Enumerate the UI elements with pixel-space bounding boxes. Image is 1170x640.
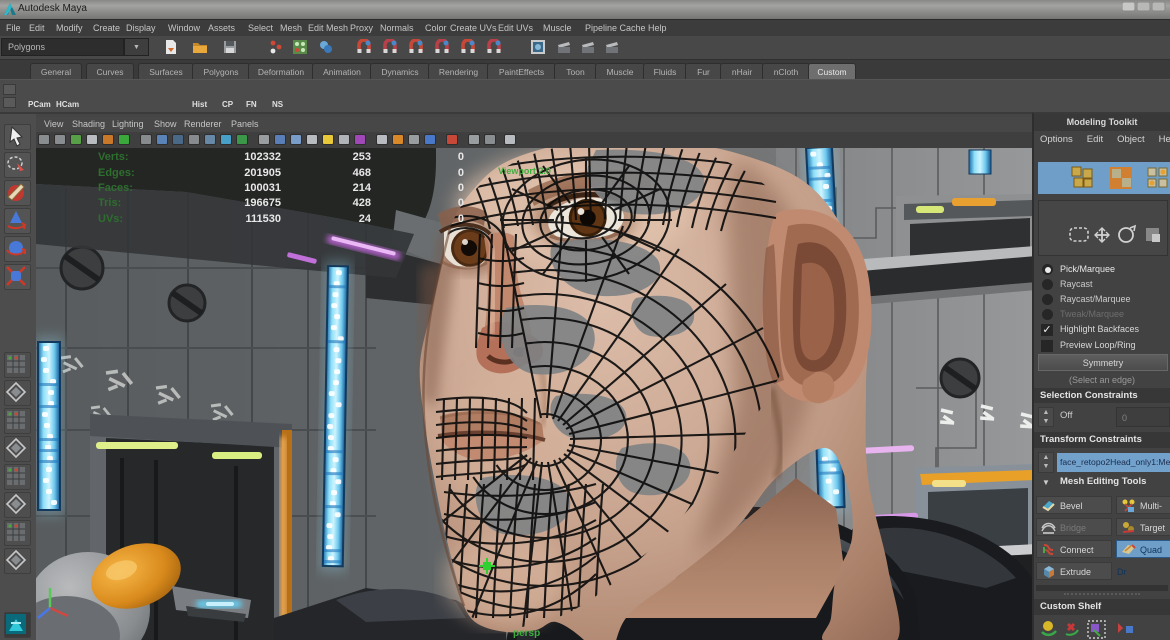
svg-text:201905: 201905 [244, 167, 281, 179]
svg-text:Verts:: Verts: [98, 151, 129, 163]
svg-text:UVs:: UVs: [98, 213, 123, 225]
svg-text:0: 0 [458, 151, 464, 163]
svg-text:0: 0 [458, 182, 464, 194]
svg-text:persp: persp [513, 628, 540, 639]
svg-text:111530: 111530 [246, 213, 282, 225]
svg-text:0: 0 [458, 167, 464, 179]
svg-text:24: 24 [359, 213, 372, 225]
svg-text:253: 253 [353, 151, 371, 163]
svg-text:Edges:: Edges: [98, 167, 135, 179]
svg-text:0: 0 [458, 197, 464, 209]
svg-text:196675: 196675 [244, 197, 281, 209]
svg-text:100031: 100031 [244, 182, 281, 194]
svg-text:214: 214 [353, 182, 372, 194]
svg-text:Faces:: Faces: [98, 182, 133, 194]
svg-text:102332: 102332 [244, 151, 281, 163]
svg-text:Viewport 2.0: Viewport 2.0 [498, 166, 551, 176]
svg-text:Tris:: Tris: [98, 197, 121, 209]
svg-text:428: 428 [353, 197, 371, 209]
svg-text:468: 468 [353, 167, 371, 179]
svg-text:0: 0 [458, 213, 464, 225]
